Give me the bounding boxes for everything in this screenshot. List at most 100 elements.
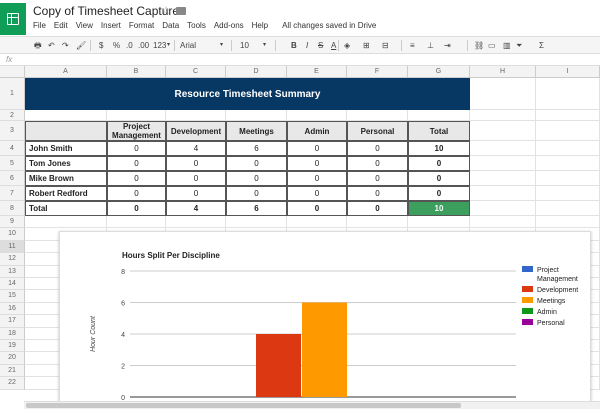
align-horizontal-icon[interactable]: ≡: [410, 39, 415, 52]
row-header[interactable]: 5: [0, 156, 25, 171]
total-cell[interactable]: 6: [226, 201, 287, 216]
empty-cell[interactable]: [470, 186, 536, 201]
table-header-cell[interactable]: Personal: [347, 121, 408, 141]
menu-item[interactable]: File: [33, 21, 46, 33]
undo-icon[interactable]: ↶: [48, 39, 55, 52]
row-header[interactable]: 19: [0, 340, 25, 353]
table-cell[interactable]: 0: [408, 171, 470, 186]
align-vertical-icon[interactable]: ⊥: [427, 39, 434, 52]
empty-cell[interactable]: [536, 171, 600, 186]
menu-item[interactable]: Add-ons: [214, 21, 244, 33]
empty-cell[interactable]: [470, 141, 536, 156]
empty-cell[interactable]: [536, 186, 600, 201]
row-header[interactable]: 17: [0, 315, 25, 328]
more-formats-button[interactable]: 123: [153, 39, 166, 52]
column-header[interactable]: H: [470, 66, 536, 78]
empty-cell[interactable]: [107, 216, 166, 229]
redo-icon[interactable]: ↷: [62, 39, 69, 52]
empty-cell[interactable]: [287, 110, 347, 121]
empty-cell[interactable]: [470, 121, 536, 141]
table-cell[interactable]: 0: [166, 186, 226, 201]
total-cell[interactable]: 0: [287, 201, 347, 216]
row-header[interactable]: 10: [0, 228, 25, 241]
chart-icon[interactable]: ▥: [503, 39, 511, 52]
empty-cell[interactable]: [470, 171, 536, 186]
menu-item[interactable]: Data: [162, 21, 179, 33]
filter-icon[interactable]: ⏷: [516, 39, 522, 52]
empty-cell[interactable]: [536, 216, 600, 229]
table-header-cell[interactable]: Admin: [287, 121, 347, 141]
empty-cell[interactable]: [226, 110, 287, 121]
sheet-banner-title[interactable]: Resource Timesheet Summary: [25, 78, 470, 110]
table-row-name[interactable]: Mike Brown: [25, 171, 107, 186]
menu-item[interactable]: Edit: [54, 21, 68, 33]
table-header-cell[interactable]: Meetings: [226, 121, 287, 141]
formula-bar[interactable]: fx: [0, 54, 600, 66]
increase-decimals-button[interactable]: .00: [138, 39, 149, 52]
total-cell[interactable]: 0: [107, 201, 166, 216]
row-header[interactable]: 16: [0, 302, 25, 316]
table-cell[interactable]: 0: [166, 156, 226, 171]
document-title[interactable]: Copy of Timesheet Capture: [33, 4, 179, 18]
empty-cell[interactable]: [107, 110, 166, 121]
currency-button[interactable]: $: [99, 39, 103, 52]
empty-cell[interactable]: [347, 216, 408, 229]
borders-icon[interactable]: ⊞: [363, 39, 370, 52]
embedded-chart[interactable]: Hours Split Per Discipline Hour Count 0 2 4 6…: [59, 231, 591, 403]
table-cell[interactable]: 0: [347, 156, 408, 171]
table-cell[interactable]: 0: [226, 186, 287, 201]
row-header[interactable]: 2: [0, 110, 25, 121]
chevron-down-icon[interactable]: ▾: [263, 39, 266, 52]
empty-cell[interactable]: [25, 216, 107, 229]
table-cell[interactable]: 4: [166, 141, 226, 156]
column-header[interactable]: E: [287, 66, 347, 78]
row-header[interactable]: 15: [0, 290, 25, 303]
row-header[interactable]: 14: [0, 278, 25, 291]
total-cell[interactable]: 10: [408, 201, 470, 216]
chevron-down-icon[interactable]: ▾: [220, 39, 223, 52]
table-cell[interactable]: 0: [107, 141, 166, 156]
table-cell[interactable]: 0: [226, 171, 287, 186]
empty-cell[interactable]: [226, 216, 287, 229]
table-row-name[interactable]: Robert Redford: [25, 186, 107, 201]
table-cell[interactable]: 0: [347, 186, 408, 201]
column-header[interactable]: I: [536, 66, 600, 78]
scrollbar-thumb[interactable]: [26, 403, 461, 408]
menu-item[interactable]: Help: [252, 21, 268, 33]
empty-cell[interactable]: [166, 110, 226, 121]
text-color-button[interactable]: A: [331, 39, 336, 52]
table-cell[interactable]: 0: [166, 171, 226, 186]
empty-cell[interactable]: [408, 110, 470, 121]
table-header-cell[interactable]: Total: [408, 121, 470, 141]
fill-color-icon[interactable]: ◈: [344, 39, 350, 52]
text-wrap-icon[interactable]: ⇥: [444, 39, 451, 52]
menu-item[interactable]: View: [76, 21, 93, 33]
table-cell[interactable]: 0: [107, 186, 166, 201]
menu-item[interactable]: Format: [129, 21, 154, 33]
font-size-select[interactable]: 10: [240, 39, 249, 52]
horizontal-scrollbar[interactable]: [24, 401, 600, 409]
row-header[interactable]: 7: [0, 186, 25, 201]
row-header[interactable]: 20: [0, 352, 25, 365]
link-icon[interactable]: ⛓: [474, 39, 484, 52]
empty-cell[interactable]: [536, 110, 600, 121]
sheets-logo-icon[interactable]: [0, 3, 26, 35]
table-cell[interactable]: 6: [226, 141, 287, 156]
table-cell[interactable]: 0: [347, 171, 408, 186]
menu-item[interactable]: Tools: [187, 21, 206, 33]
menu-item[interactable]: Insert: [101, 21, 121, 33]
column-header[interactable]: C: [166, 66, 226, 78]
empty-cell[interactable]: [408, 216, 470, 229]
table-header-cell[interactable]: Project Management: [107, 121, 166, 141]
column-header[interactable]: B: [107, 66, 166, 78]
empty-cell[interactable]: [347, 110, 408, 121]
row-header[interactable]: 12: [0, 253, 25, 266]
column-header[interactable]: G: [408, 66, 470, 78]
total-row-name[interactable]: Total: [25, 201, 107, 216]
functions-button[interactable]: Σ: [539, 39, 544, 52]
decrease-decimals-button[interactable]: .0: [126, 39, 133, 52]
folder-icon[interactable]: [176, 7, 186, 15]
chevron-down-icon[interactable]: ▾: [167, 39, 170, 52]
total-cell[interactable]: 0: [347, 201, 408, 216]
empty-cell[interactable]: [470, 110, 536, 121]
